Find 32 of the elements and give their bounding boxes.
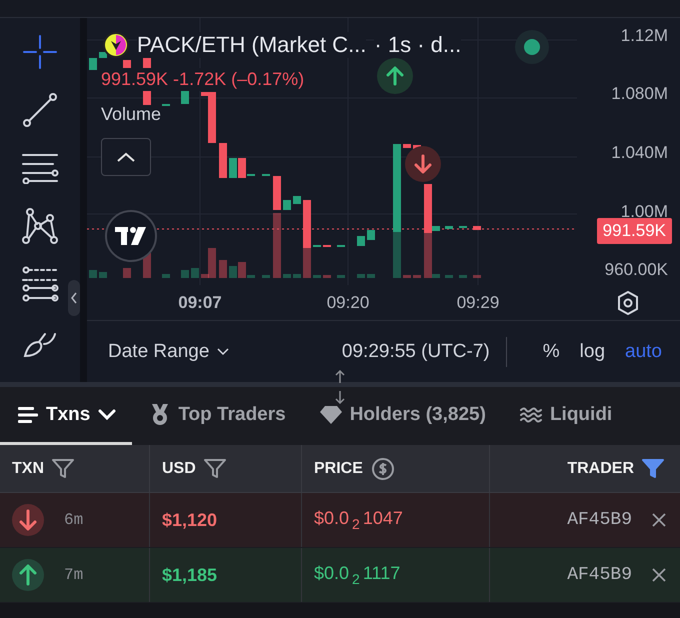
tab[interactable]: Top Traders: [132, 387, 302, 445]
age-text: 7m: [64, 566, 84, 584]
date-range-dropdown[interactable]: Date Range: [108, 340, 230, 362]
last-price-label: 991.59K: [596, 218, 672, 244]
column-title: USD: [162, 460, 196, 478]
time-axis-label: 09:07: [178, 293, 222, 313]
transaction-row[interactable]: 7m $1,185 $0.0$_{2}$1117 AF45B9: [0, 548, 680, 603]
age-text: 6m: [64, 511, 84, 529]
volume-label: Volume: [101, 104, 162, 125]
price-axis-label: 960.00K: [604, 260, 668, 280]
trader-id: AF45B9: [567, 565, 632, 585]
transaction-row[interactable]: 6m $1,120 $0.0$_{2}$1047 AF45B9: [0, 493, 680, 548]
symbol-title: PACK/ETH (Market C...: [137, 32, 366, 58]
tab[interactable]: Holders (3,825): [302, 387, 502, 445]
price-axis-label: 1.080M: [611, 84, 668, 104]
price-axis-label: 1.040M: [611, 143, 668, 163]
price-value: $0.0$_{2}$1117: [314, 563, 400, 587]
trader-id: AF45B9: [567, 510, 632, 530]
price-value: $0.0$_{2}$1047: [314, 508, 403, 532]
column-title: PRICE: [314, 460, 363, 478]
time-axis-label: 09:29: [456, 293, 500, 313]
time-axis-label: 09:20: [326, 293, 370, 313]
usd-amount: $1,185: [162, 564, 218, 586]
scale-toggle[interactable]: log: [580, 340, 606, 362]
scale-toggle[interactable]: %: [542, 340, 560, 362]
column-title: TXN: [12, 460, 44, 478]
price-axis-label: 1.12M: [620, 26, 668, 46]
column-title: TRADER: [567, 460, 634, 478]
scale-toggle[interactable]: auto: [625, 340, 662, 362]
usd-amount: $1,120: [162, 510, 218, 530]
clock-label: 09:29:55 (UTC-7): [342, 340, 490, 362]
tab[interactable]: Liquidi: [502, 387, 628, 445]
